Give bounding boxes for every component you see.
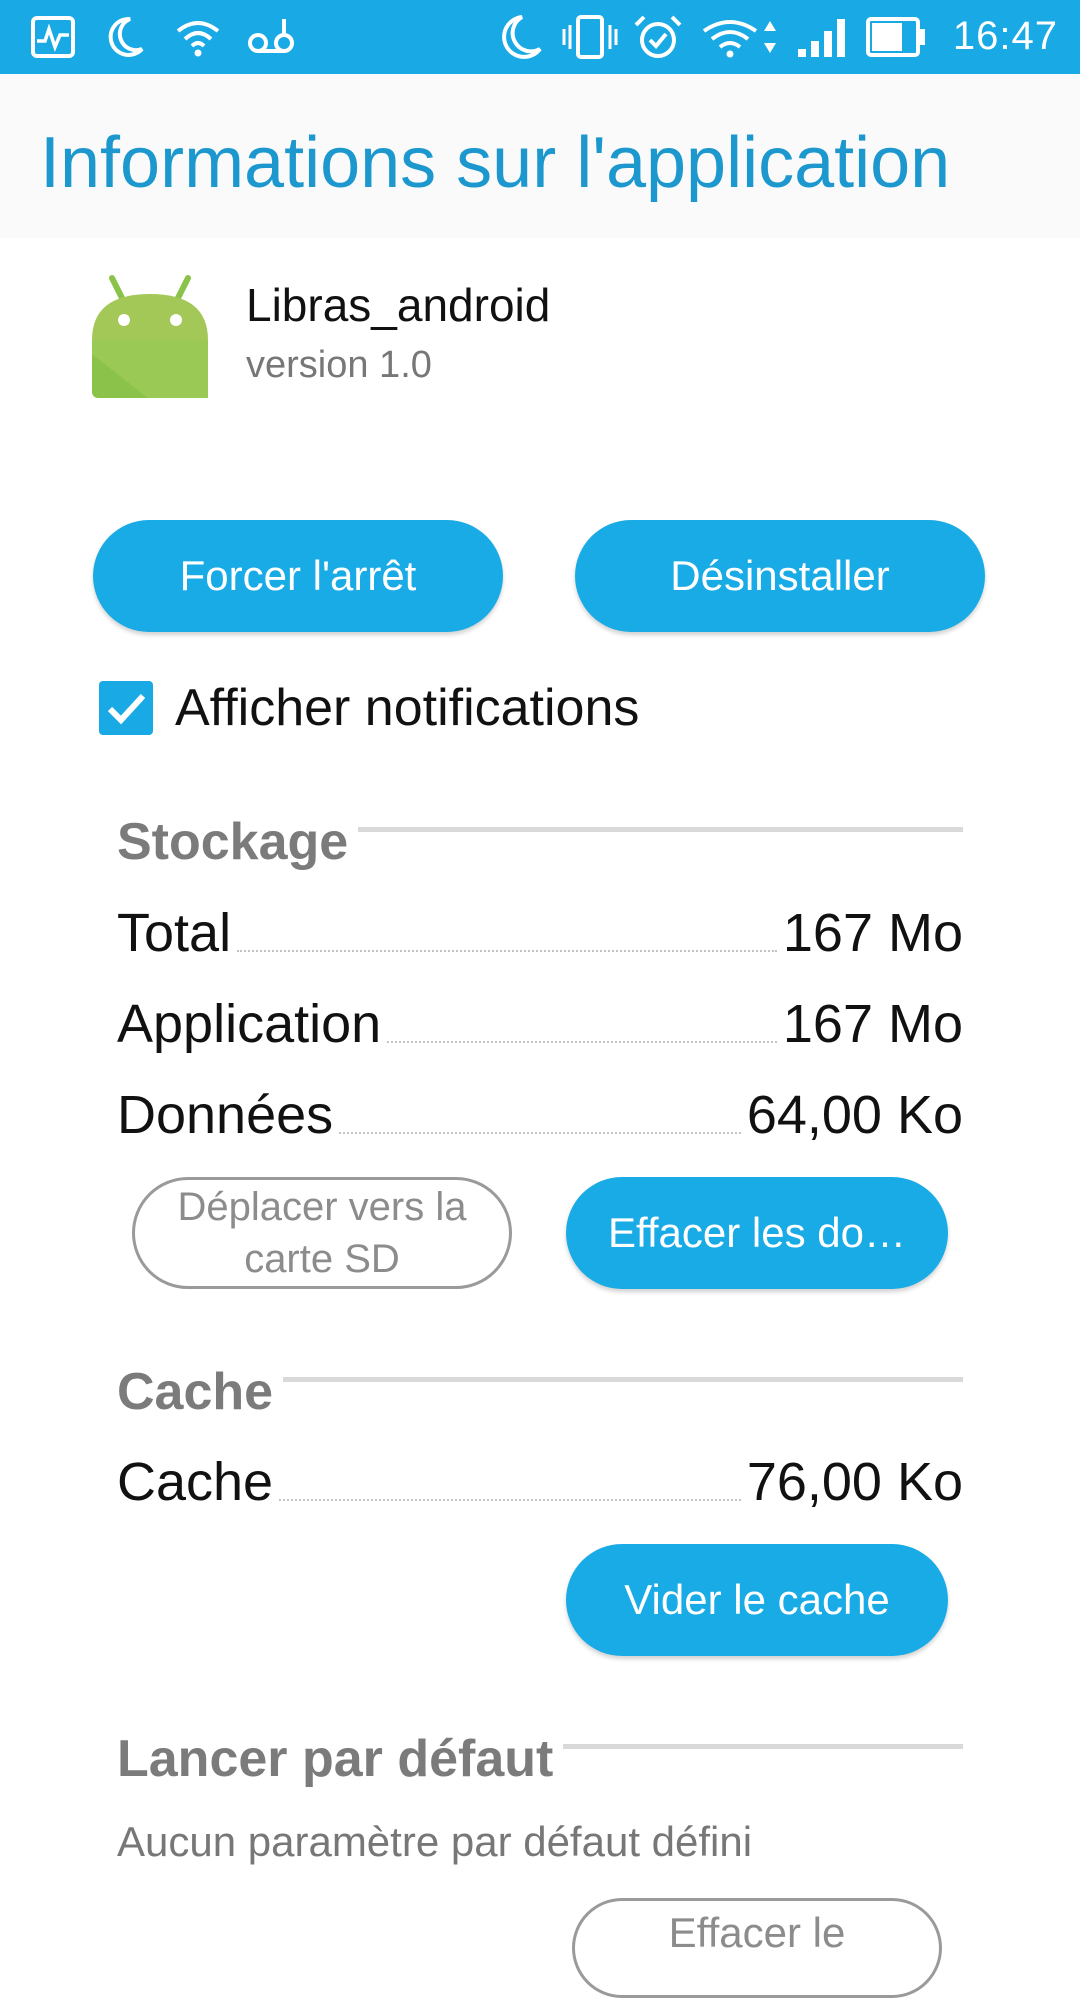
row-value: 167 Mo <box>782 903 963 963</box>
row-leader <box>339 1131 741 1134</box>
app-name: Libras_android <box>246 279 551 331</box>
voicemail-icon <box>248 19 294 53</box>
section-divider <box>278 1377 963 1382</box>
android-app-icon <box>92 275 208 398</box>
section-divider <box>550 1744 963 1749</box>
wifi-data-icon <box>702 20 776 58</box>
wifi-icon <box>176 21 220 57</box>
clock: 16:47 <box>952 14 1058 58</box>
clear-data-button[interactable]: Effacer les do… <box>566 1177 948 1289</box>
section-divider <box>350 827 963 832</box>
clear-defaults-label: Effacer le <box>668 1909 846 1956</box>
uninstall-button[interactable]: Désinstaller <box>575 520 985 632</box>
row-value: 76,00 Ko <box>746 1452 963 1512</box>
battery-icon <box>866 17 925 57</box>
clear-cache-button[interactable]: Vider le cache <box>566 1544 948 1656</box>
header: Informations sur l'application <box>0 74 1080 238</box>
row-leader <box>279 1498 741 1501</box>
cache-section-title: Cache <box>117 1362 284 1422</box>
status-bar: 16:47 <box>0 0 1080 74</box>
row-label: Données <box>117 1085 334 1145</box>
clear-defaults-button[interactable]: Effacer le <box>572 1898 942 1998</box>
storage-row-application: Application 167 Mo <box>117 991 963 1055</box>
moon-icon-2 <box>502 15 542 59</box>
storage-row-data: Données 64,00 Ko <box>117 1082 963 1146</box>
signal-icon <box>798 19 845 57</box>
move-to-sd-line2: carte SD <box>244 1237 400 1281</box>
checkmark-icon <box>107 693 146 725</box>
page-title: Informations sur l'application <box>40 123 951 203</box>
move-to-sd-line1: Déplacer vers la <box>177 1185 467 1229</box>
row-label: Application <box>117 994 382 1054</box>
app-version: version 1.0 <box>246 344 432 386</box>
notifications-checkbox[interactable] <box>99 681 153 735</box>
notifications-label: Afficher notifications <box>175 679 640 737</box>
row-value: 167 Mo <box>782 994 963 1054</box>
row-value: 64,00 Ko <box>746 1085 963 1145</box>
row-leader <box>387 1040 777 1043</box>
cache-row: Cache 76,00 Ko <box>117 1449 963 1513</box>
row-label: Total <box>117 903 232 963</box>
storage-row-total: Total 167 Mo <box>117 900 963 964</box>
alarm-icon <box>634 15 682 58</box>
launch-default-description: Aucun paramètre par défaut défini <box>117 1818 753 1865</box>
storage-section-title: Stockage <box>117 812 359 872</box>
row-label: Cache <box>117 1452 274 1512</box>
row-leader <box>237 949 777 952</box>
launch-default-section-title: Lancer par défaut <box>117 1729 564 1789</box>
vibrate-icon <box>562 15 618 59</box>
activity-icon <box>31 16 75 58</box>
move-to-sd-button[interactable]: Déplacer vers la carte SD <box>132 1177 512 1289</box>
force-stop-button[interactable]: Forcer l'arrêt <box>93 520 503 632</box>
moon-icon <box>108 16 144 57</box>
